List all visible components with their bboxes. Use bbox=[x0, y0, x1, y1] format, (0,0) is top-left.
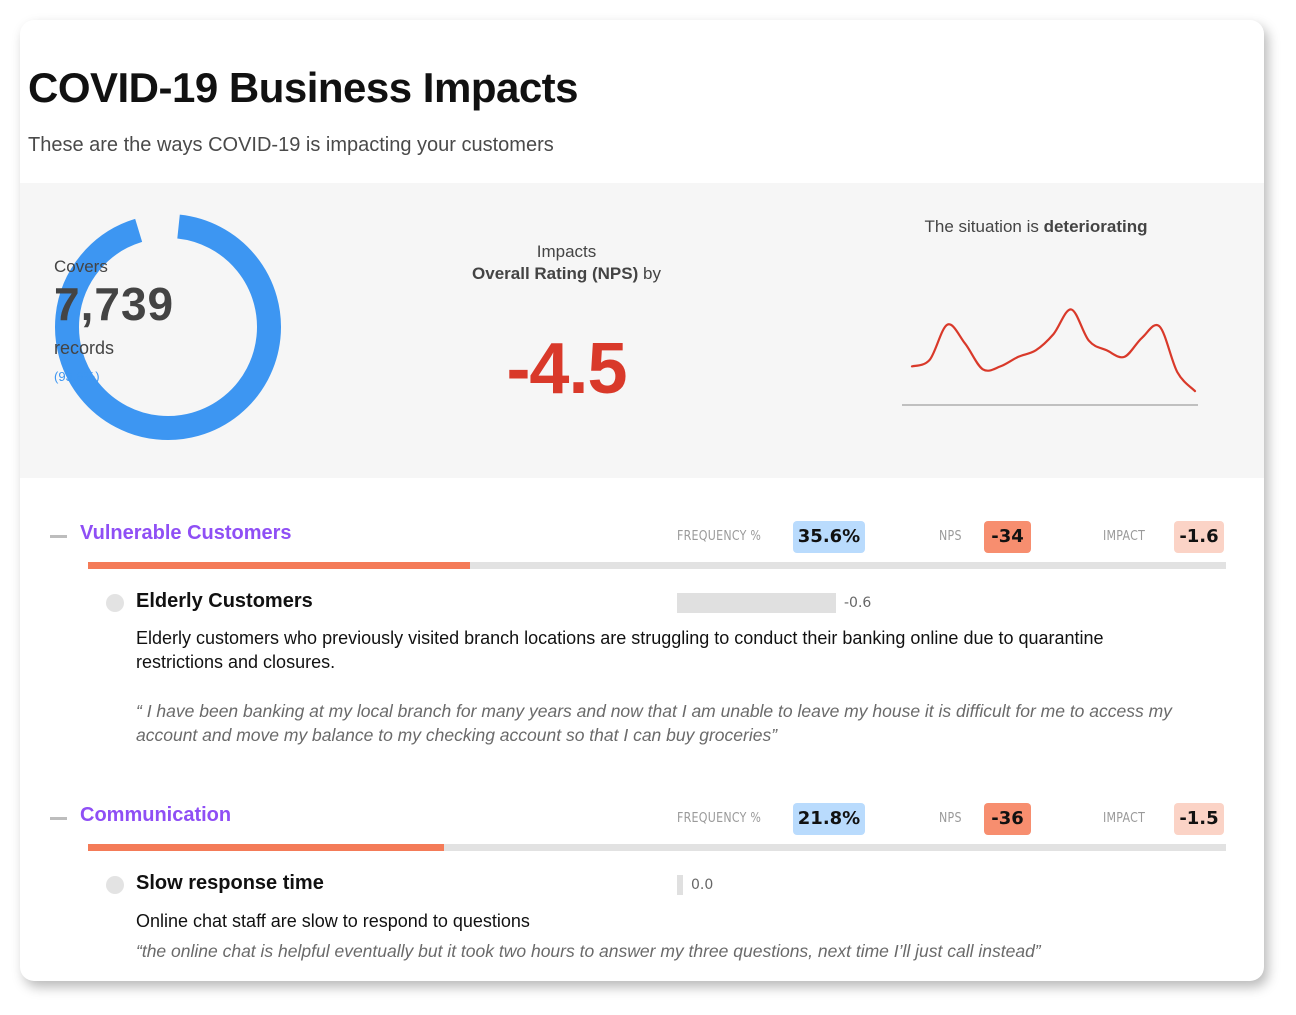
trend-label: The situation is deteriorating bbox=[900, 217, 1172, 237]
trend-line bbox=[910, 308, 1197, 393]
item-impact-value: 0.0 bbox=[691, 877, 714, 893]
trend-sparkline bbox=[902, 308, 1198, 406]
item-impact-bar bbox=[677, 875, 683, 895]
nps-label: NPS bbox=[939, 529, 962, 544]
page-subtitle: These are the ways COVID-19 is impacting… bbox=[28, 134, 554, 156]
item-quote: “ I have been banking at my local branch… bbox=[136, 701, 1172, 745]
impact-badge: -1.6 bbox=[1174, 521, 1224, 553]
coverage-label-bottom: records bbox=[54, 338, 115, 358]
impact-metric-name: Overall Rating (NPS) bbox=[472, 264, 639, 283]
section-progress-fill bbox=[88, 844, 445, 851]
item-impact-value: -0.6 bbox=[844, 595, 872, 611]
frequency-label: FREQUENCY % bbox=[677, 529, 762, 544]
section-title[interactable]: Vulnerable Customers bbox=[80, 522, 292, 545]
item-title: Slow response time bbox=[136, 872, 324, 894]
trend-status: deteriorating bbox=[1043, 217, 1148, 236]
item-description: Online chat staff are slow to respond to… bbox=[136, 911, 530, 931]
impacts-card: COVID-19 Business Impacts These are the … bbox=[20, 20, 1264, 981]
section-title[interactable]: Communication bbox=[80, 804, 231, 827]
collapse-toggle-icon[interactable] bbox=[50, 535, 67, 538]
coverage-label-top: Covers bbox=[54, 257, 108, 276]
summary-panel: Covers 7,739 records (93.6%) Impacts Ove… bbox=[20, 183, 1264, 478]
frequency-badge: 35.6% bbox=[793, 521, 865, 553]
nps-badge: -36 bbox=[984, 803, 1031, 835]
frequency-badge: 21.8% bbox=[793, 803, 865, 835]
impact-caption-line1: Impacts bbox=[536, 242, 597, 261]
impact-caption-suffix: by bbox=[638, 264, 661, 283]
collapse-toggle-icon[interactable] bbox=[50, 817, 67, 820]
item-impact-bar bbox=[677, 593, 836, 613]
coverage-count: 7,739 bbox=[54, 278, 175, 330]
impact-label: IMPACT bbox=[1103, 811, 1146, 826]
page-title: COVID-19 Business Impacts bbox=[28, 64, 579, 111]
trend-prefix: The situation is bbox=[924, 217, 1044, 236]
nps-label: NPS bbox=[939, 811, 962, 826]
nps-badge: -34 bbox=[984, 521, 1031, 553]
impact-label: IMPACT bbox=[1103, 529, 1146, 544]
item-title: Elderly Customers bbox=[136, 590, 313, 612]
section-progress bbox=[88, 844, 1226, 851]
frequency-label: FREQUENCY % bbox=[677, 811, 762, 826]
item-status-dot[interactable] bbox=[106, 876, 124, 894]
section-progress-fill bbox=[88, 562, 471, 569]
item-quote: “the online chat is helpful eventually b… bbox=[136, 941, 1041, 961]
item-description: Elderly customers who previously visited… bbox=[136, 628, 1104, 672]
impact-caption: Impacts Overall Rating (NPS) by bbox=[440, 241, 693, 285]
impact-caption-line2: Overall Rating (NPS) by bbox=[440, 263, 693, 285]
coverage-percent: (93.6%) bbox=[54, 369, 100, 384]
coverage-donut: Covers 7,739 records (93.6%) bbox=[54, 213, 282, 441]
impact-value: -4.5 bbox=[506, 329, 627, 409]
impact-badge: -1.5 bbox=[1174, 803, 1224, 835]
item-status-dot[interactable] bbox=[106, 594, 124, 612]
section-progress bbox=[88, 562, 1226, 569]
